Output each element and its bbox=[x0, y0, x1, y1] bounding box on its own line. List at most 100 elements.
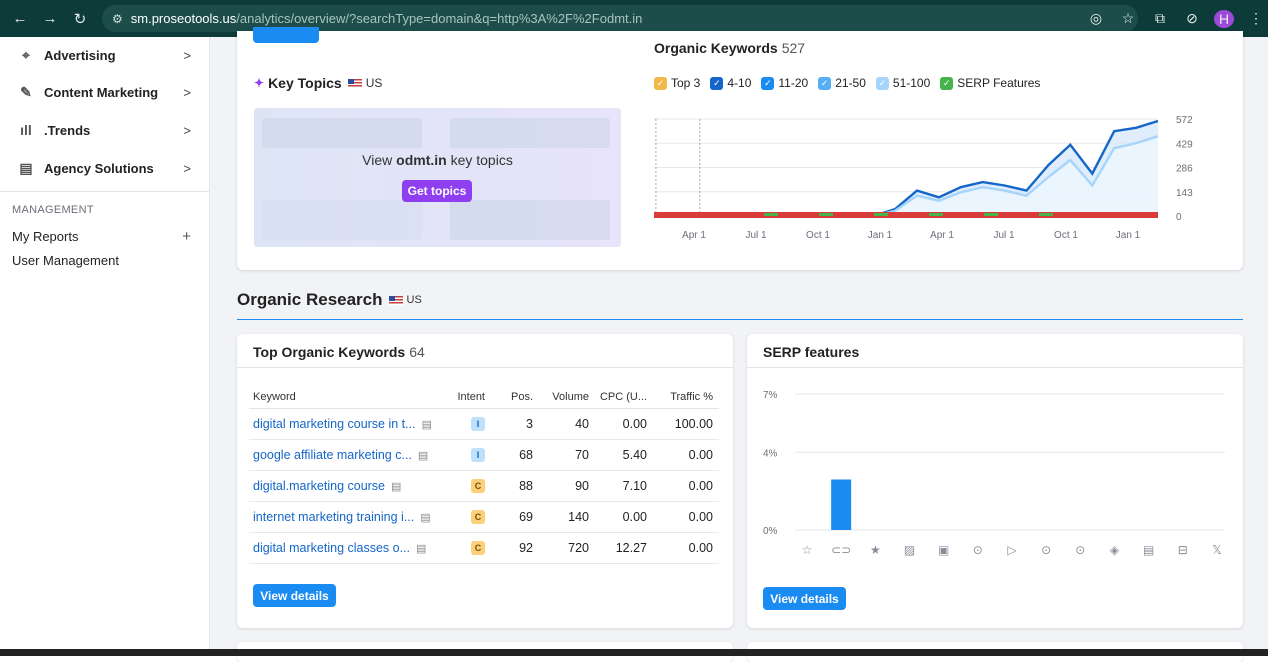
serp-snapshot-icon[interactable]: ▤ bbox=[416, 543, 426, 555]
briefcase-icon: ⊟ bbox=[1178, 543, 1188, 557]
table-row: digital marketing course in t... ▤ I 3 40… bbox=[249, 408, 719, 440]
y-tick-label: 0 bbox=[1176, 212, 1182, 223]
bookmark-star-icon[interactable]: ☆ bbox=[1118, 10, 1138, 27]
compare-button[interactable] bbox=[253, 27, 319, 43]
eye-off-icon[interactable]: ◎ bbox=[1086, 10, 1106, 27]
x-tick-label: Jul 1 bbox=[745, 230, 767, 241]
sidebar-link-label: My Reports bbox=[12, 228, 79, 244]
x-tick-label: Oct 1 bbox=[806, 230, 830, 241]
key-topics-preview: View odmt.in key topics Get topics bbox=[254, 108, 621, 247]
position-cell: 68 bbox=[491, 439, 539, 471]
keyword-link[interactable]: digital marketing course in t... bbox=[253, 417, 416, 431]
column-header[interactable]: Volume bbox=[539, 386, 595, 409]
volume-cell: 70 bbox=[539, 439, 595, 471]
table-row: digital marketing classes o... ▤ C 92 720… bbox=[249, 532, 719, 564]
url-path: /analytics/overview/?searchType=domain&q… bbox=[236, 11, 643, 26]
serp-snapshot-icon[interactable]: ▤ bbox=[420, 512, 430, 524]
gallery-icon: ▣ bbox=[938, 543, 949, 557]
bar-link bbox=[831, 479, 852, 530]
x-tick-label: Apr 1 bbox=[930, 230, 954, 241]
sidebar-link-user-management[interactable]: User Management bbox=[0, 248, 209, 272]
forward-icon[interactable]: → bbox=[40, 9, 60, 29]
position-cell: 3 bbox=[491, 408, 539, 440]
traffic-cell: 0.00 bbox=[653, 470, 719, 502]
sidebar-item-agency-solutions[interactable]: ▤ Agency Solutions > bbox=[0, 149, 209, 187]
avatar[interactable]: H bbox=[1214, 9, 1234, 28]
keyword-link[interactable]: digital.marketing course bbox=[253, 479, 385, 493]
checkbox-icon: ✓ bbox=[875, 76, 889, 90]
x-tick-label: Apr 1 bbox=[682, 230, 706, 241]
view-details-button[interactable]: View details bbox=[253, 584, 336, 607]
intent-badge: C bbox=[471, 510, 485, 524]
legend-51-100[interactable]: ✓ 51-100 bbox=[875, 76, 930, 90]
view-details-button[interactable]: View details bbox=[763, 587, 846, 610]
serp-feature-marker bbox=[984, 213, 998, 216]
volume-cell: 720 bbox=[539, 532, 595, 564]
pin-icon: ⊙ bbox=[1075, 543, 1085, 557]
column-header[interactable]: Intent bbox=[449, 386, 491, 409]
traffic-cell: 100.00 bbox=[653, 408, 719, 440]
serp-snapshot-icon[interactable]: ▤ bbox=[391, 481, 401, 493]
add-report-button[interactable]: + bbox=[182, 228, 191, 245]
video-player-icon: ▷ bbox=[1007, 543, 1017, 557]
sidebar-item-content-marketing[interactable]: ✎ Content Marketing > bbox=[0, 73, 209, 111]
legend-21-50[interactable]: ✓ 21-50 bbox=[818, 76, 866, 90]
keyword-link[interactable]: google affiliate marketing c... bbox=[253, 448, 412, 462]
sidebar-link-my-reports[interactable]: My Reports + bbox=[0, 224, 209, 248]
legend-top3[interactable]: ✓ Top 3 bbox=[654, 76, 700, 90]
us-flag-icon bbox=[388, 295, 403, 305]
sidebar-item-advertising[interactable]: ⌖ Advertising > bbox=[0, 37, 209, 73]
serp-feature-marker bbox=[929, 213, 943, 216]
column-header[interactable]: Traffic % bbox=[653, 386, 719, 409]
x-tick-label: Oct 1 bbox=[1054, 230, 1078, 241]
serp-snapshot-icon[interactable]: ▤ bbox=[418, 450, 428, 462]
y-tick-label: 572 bbox=[1176, 115, 1193, 126]
menu-kebab-icon[interactable]: ⋮ bbox=[1246, 10, 1266, 27]
keyword-link[interactable]: digital marketing classes o... bbox=[253, 541, 410, 555]
serp-feature-marker bbox=[764, 213, 778, 216]
y-tick-label: 286 bbox=[1176, 164, 1193, 175]
column-header[interactable]: CPC (U... bbox=[595, 386, 653, 409]
traffic-cell: 0.00 bbox=[653, 439, 719, 471]
table-header-row: Keyword Intent Pos. Volume CPC (U... Tra… bbox=[249, 386, 719, 409]
organic-keywords-title: Organic Keywords 527 bbox=[654, 40, 806, 56]
section-underline bbox=[237, 319, 1243, 320]
sidebar-item-label: Content Marketing bbox=[44, 84, 159, 100]
cpc-cell: 0.00 bbox=[595, 501, 653, 533]
sidebar-item-trends[interactable]: ıll .Trends > bbox=[0, 111, 209, 149]
sidebar-item-label: Agency Solutions bbox=[44, 160, 154, 176]
serp-feature-marker bbox=[874, 213, 888, 216]
legend-serp-features[interactable]: ✓ SERP Features bbox=[940, 76, 1040, 90]
video-icon: ⊙ bbox=[973, 543, 983, 557]
checkbox-icon: ✓ bbox=[818, 76, 832, 90]
serp-features-panel: SERP features 0% 4% 7% ☆ ⊂⊃ ★ ▨ ▣ ⊙ ▷ ⊙ ⊙ ◈ ▤ ⊟ 𝕏 View … bbox=[747, 334, 1243, 628]
extensions-icon[interactable]: ⧉ bbox=[1150, 10, 1170, 27]
position-cell: 88 bbox=[491, 470, 539, 502]
column-header[interactable]: Keyword bbox=[249, 386, 449, 409]
column-header[interactable]: Pos. bbox=[491, 386, 539, 409]
legend-11-20[interactable]: ✓ 11-20 bbox=[761, 76, 808, 90]
checkbox-icon: ✓ bbox=[940, 76, 954, 90]
legend-4-10[interactable]: ✓ 4-10 bbox=[710, 76, 751, 90]
cpc-cell: 12.27 bbox=[595, 532, 653, 564]
site-info-icon[interactable]: ⚙ bbox=[112, 12, 123, 26]
cpc-cell: 7.10 bbox=[595, 470, 653, 502]
cpc-cell: 5.40 bbox=[595, 439, 653, 471]
back-icon[interactable]: ← bbox=[10, 9, 30, 29]
chevron-right-icon: > bbox=[183, 160, 191, 176]
serp-feature-marker bbox=[1039, 213, 1053, 216]
sidebar-divider bbox=[0, 191, 209, 192]
extension-icon[interactable]: ⊘ bbox=[1182, 10, 1202, 27]
get-topics-button[interactable]: Get topics bbox=[402, 180, 472, 202]
intent-badge: C bbox=[471, 541, 485, 555]
y-tick-label: 429 bbox=[1176, 139, 1193, 150]
position-cell: 69 bbox=[491, 501, 539, 533]
keyword-link[interactable]: internet marketing training i... bbox=[253, 510, 414, 524]
reload-icon[interactable]: ↻ bbox=[70, 9, 90, 29]
y-tick-label: 143 bbox=[1176, 188, 1193, 199]
y-tick-label: 4% bbox=[763, 448, 778, 459]
serp-snapshot-icon[interactable]: ▤ bbox=[422, 419, 432, 431]
checkbox-icon: ✓ bbox=[710, 76, 724, 90]
featured-icon: ★ bbox=[870, 543, 881, 557]
panel-title: SERP features bbox=[763, 344, 860, 360]
